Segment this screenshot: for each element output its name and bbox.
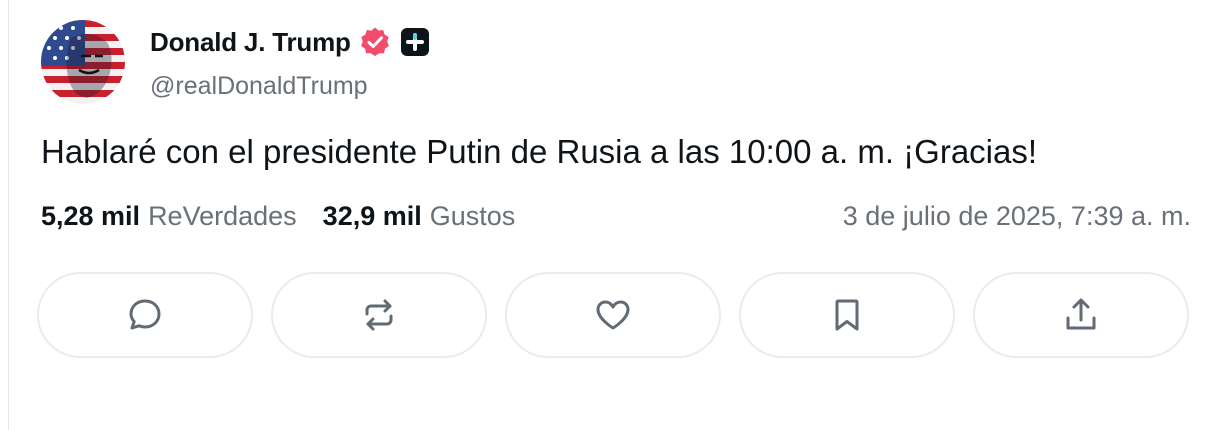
- author-name[interactable]: Donald J. Trump: [150, 27, 351, 58]
- action-bar: [37, 272, 1189, 358]
- like-button[interactable]: [505, 272, 721, 358]
- retruth-button[interactable]: [271, 272, 487, 358]
- author-row: Donald J. Trump: [150, 26, 429, 58]
- retruth-icon: [365, 299, 393, 331]
- post-card: Donald J. Trump @realDonaldTrump Hablaré…: [8, 0, 1222, 430]
- post-text: Hablaré con el presidente Putin de Rusia…: [41, 133, 1038, 170]
- reposts-count[interactable]: 5,28 mil: [41, 201, 140, 232]
- avatar-image: [41, 20, 125, 104]
- reply-button[interactable]: [37, 272, 253, 358]
- reposts-label[interactable]: ReVerdades: [148, 201, 297, 232]
- post-timestamp: 3 de julio de 2025, 7:39 a. m.: [842, 201, 1191, 231]
- share-button[interactable]: [973, 272, 1189, 358]
- plus-badge-icon: [400, 28, 429, 56]
- bookmark-button[interactable]: [739, 272, 955, 358]
- verified-badge-icon: [360, 27, 389, 56]
- like-icon: [596, 300, 630, 330]
- likes-label[interactable]: Gustos: [430, 201, 516, 232]
- share-icon: [1066, 298, 1096, 330]
- author-handle[interactable]: @realDonaldTrump: [150, 72, 368, 101]
- bookmark-icon: [835, 299, 859, 331]
- post-stats: 5,28 mil ReVerdades 32,9 mil Gustos 3 de…: [41, 201, 1191, 232]
- avatar[interactable]: [41, 20, 125, 104]
- likes-count[interactable]: 32,9 mil: [323, 201, 422, 232]
- reply-icon: [129, 299, 161, 330]
